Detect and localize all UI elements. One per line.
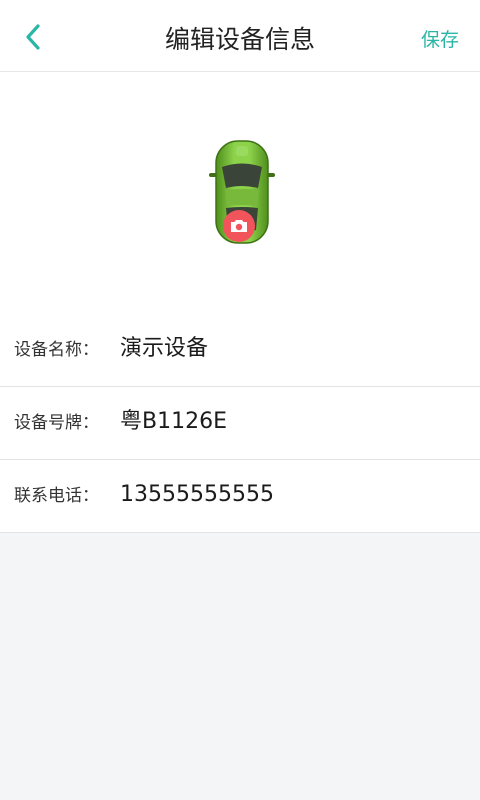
plate-number-row[interactable]: 设备号牌： 粤B1126E	[0, 387, 480, 460]
plate-number-field[interactable]: 粤B1126E	[120, 407, 227, 437]
device-name-field[interactable]: 演示设备	[120, 334, 208, 364]
phone-row[interactable]: 联系电话： 13555555555	[0, 460, 480, 533]
page-title: 编辑设备信息	[164, 25, 315, 54]
phone-field[interactable]: 13555555555	[120, 480, 274, 510]
device-name-row[interactable]: 设备名称： 演示设备	[0, 314, 480, 387]
device-name-label: 设备名称：	[14, 340, 99, 360]
phone-label: 联系电话：	[14, 486, 99, 506]
top-bar: 编辑设备信息 保存	[0, 0, 480, 72]
save-button[interactable]: 保存	[421, 26, 459, 54]
device-form: 设备名称： 演示设备 设备号牌： 粤B1126E 联系电话： 135555555…	[0, 72, 480, 533]
camera-icon	[231, 220, 247, 232]
device-avatar[interactable]	[206, 138, 278, 250]
plate-number-label: 设备号牌：	[14, 413, 99, 433]
camera-badge[interactable]	[223, 210, 255, 242]
